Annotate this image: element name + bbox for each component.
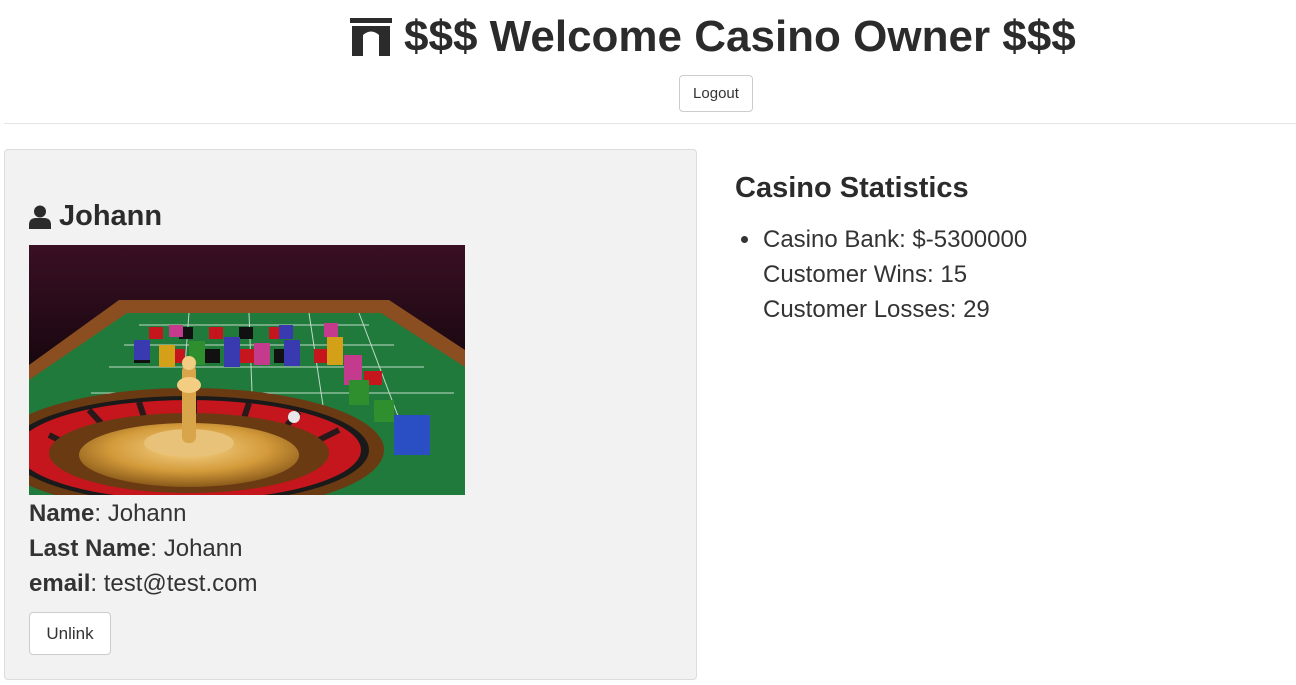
user-card: Johann Name: Johann Last Name: Johann em… bbox=[4, 149, 697, 680]
bullet-icon bbox=[741, 236, 748, 243]
stats-title: Casino Statistics bbox=[735, 172, 969, 204]
info-last-name: Last Name: Johann bbox=[29, 535, 243, 562]
casino-statistics: Casino Statistics Casino Bank: $-5300000… bbox=[735, 172, 1027, 323]
page-title: $$$ Welcome Casino Owner $$$ bbox=[350, 12, 1076, 62]
casino-building-icon bbox=[350, 18, 392, 56]
last-name-label: Last Name bbox=[29, 535, 151, 562]
logout-button[interactable]: Logout bbox=[679, 75, 753, 112]
name-value: Johann bbox=[107, 500, 187, 527]
stats-list: Casino Bank: $-5300000 Customer Wins: 15… bbox=[741, 222, 1163, 327]
info-name: Name: Johann bbox=[29, 500, 187, 527]
unlink-button[interactable]: Unlink bbox=[29, 612, 111, 655]
user-heading: Johann bbox=[29, 200, 162, 233]
casino-bank: Casino Bank: $-5300000 bbox=[763, 226, 1028, 253]
title-text: $$$ Welcome Casino Owner $$$ bbox=[404, 12, 1076, 61]
user-icon bbox=[29, 205, 51, 229]
email-label: email bbox=[29, 570, 91, 597]
roulette-table-image bbox=[29, 245, 465, 495]
header-divider bbox=[4, 123, 1296, 124]
page-header: $$$ Welcome Casino Owner $$$ Logout bbox=[0, 0, 1296, 124]
customer-wins: Customer Wins: 15 bbox=[763, 261, 968, 288]
customer-losses: Customer Losses: 29 bbox=[763, 296, 990, 323]
user-name: Johann bbox=[59, 200, 163, 232]
stats-list-item: Casino Bank: $-5300000 Customer Wins: 15… bbox=[741, 222, 1163, 327]
info-email: email: test@test.com bbox=[29, 570, 258, 597]
email-value: test@test.com bbox=[103, 570, 258, 597]
name-label: Name bbox=[29, 500, 95, 527]
last-name-value: Johann bbox=[163, 535, 243, 562]
